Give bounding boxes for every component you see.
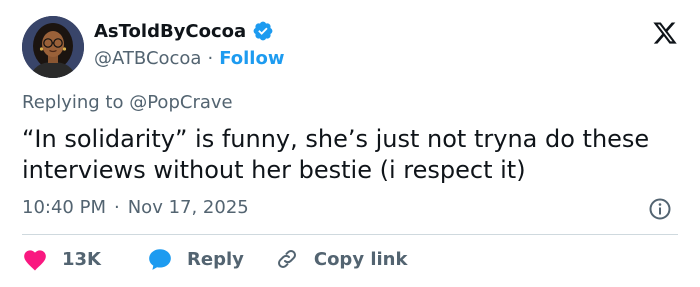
link-icon — [277, 250, 296, 268]
copy-link-button[interactable]: Copy link — [274, 247, 408, 271]
x-logo-icon[interactable] — [652, 20, 678, 46]
speech-bubble-icon — [149, 249, 171, 270]
divider — [22, 234, 678, 235]
tweet-time: 10:40 PM — [22, 197, 106, 218]
reply-mention-link[interactable]: @PopCrave — [129, 92, 232, 113]
handle-separator: · — [207, 48, 214, 69]
author-name-row: AsToldByCocoa — [94, 20, 274, 42]
reply-context-prefix: Replying to — [22, 92, 124, 113]
reply-label: Reply — [187, 248, 244, 270]
reply-context: Replying to @PopCrave — [22, 92, 233, 113]
tweet-timestamp[interactable]: 10:40 PM · Nov 17, 2025 — [22, 197, 249, 218]
avatar[interactable] — [22, 16, 84, 78]
author-handle-row: @ATBCocoa · Follow — [94, 48, 284, 69]
info-icon[interactable] — [648, 197, 672, 221]
like-count: 13K — [62, 248, 101, 270]
author-display-name[interactable]: AsToldByCocoa — [94, 21, 246, 42]
tweet-date: Nov 17, 2025 — [127, 197, 249, 218]
author-handle[interactable]: @ATBCocoa — [94, 48, 201, 69]
timestamp-separator: · — [113, 197, 120, 218]
copy-link-label: Copy link — [313, 248, 408, 270]
reply-button[interactable]: Reply — [147, 247, 244, 271]
verified-badge-icon — [252, 20, 274, 42]
tweet-text: “In solidarity” is funny, she’s just not… — [22, 125, 657, 184]
follow-button[interactable]: Follow — [219, 48, 284, 69]
like-button[interactable]: 13K — [22, 247, 101, 271]
heart-icon — [24, 250, 46, 271]
action-bar: 13K Reply Copy link — [22, 247, 407, 271]
